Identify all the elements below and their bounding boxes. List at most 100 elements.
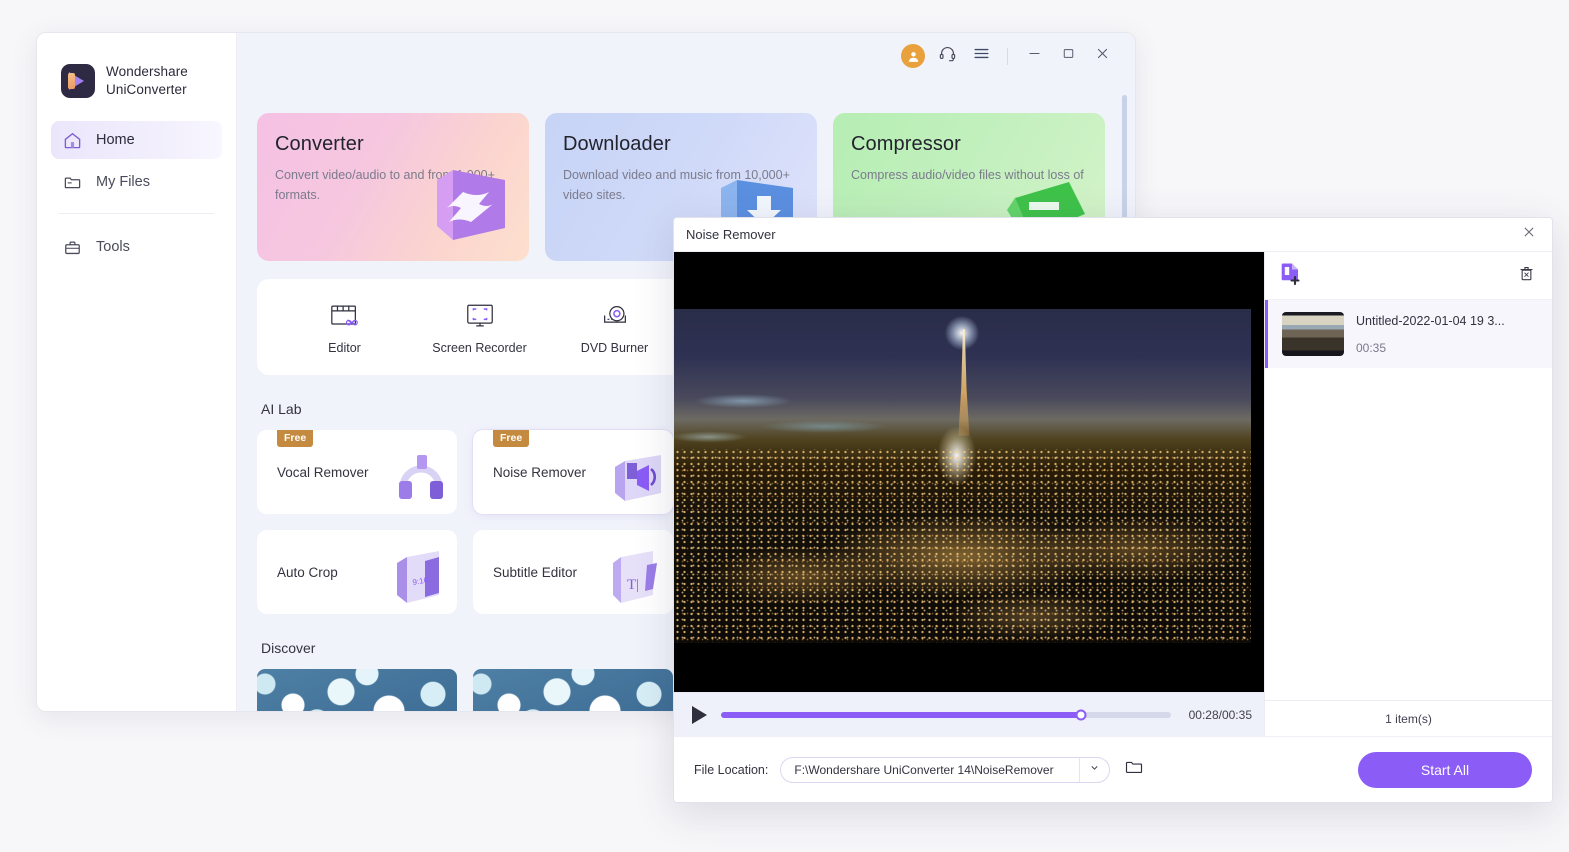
- dialog-title: Noise Remover: [686, 227, 776, 242]
- svg-text:T|: T|: [627, 577, 639, 593]
- noise-remover-dialog: Noise Remover 00:28/00:35 Untitled-2022-…: [673, 217, 1553, 803]
- titlebar-divider: [1007, 47, 1008, 65]
- ai-card-auto-crop-label: Auto Crop: [277, 564, 338, 580]
- file-location-value: F:\Wondershare UniConverter 14\NoiseRemo…: [794, 762, 1054, 777]
- playback-time: 00:28/00:35: [1188, 707, 1252, 722]
- file-list: Untitled-2022-01-04 19 3... 00:35: [1265, 300, 1552, 700]
- tool-editor[interactable]: Editor: [277, 299, 412, 355]
- hamburger-menu-icon: [972, 44, 991, 68]
- file-name: Untitled-2022-01-04 19 3...: [1356, 313, 1505, 328]
- folder-open-icon: [1124, 757, 1144, 782]
- discover-thumb-2[interactable]: [473, 669, 673, 711]
- tool-dvd-burner[interactable]: DVD Burner: [547, 299, 682, 355]
- tool-screen-recorder-label: Screen Recorder: [432, 341, 527, 355]
- app-logo-icon: [61, 64, 95, 99]
- sidebar-item-home[interactable]: Home: [51, 121, 222, 160]
- headset-icon: [938, 44, 957, 68]
- maximize-button[interactable]: [1051, 39, 1085, 73]
- feature-card-compressor-title: Compressor: [851, 133, 961, 155]
- dialog-header: Noise Remover: [674, 218, 1552, 252]
- file-pane-toolbar: [1265, 252, 1552, 300]
- tool-dvd-burner-label: DVD Burner: [580, 341, 649, 355]
- video-frame: [674, 309, 1251, 643]
- video-tower-glow: [945, 315, 980, 350]
- sidebar-divider: [59, 213, 214, 215]
- delete-all-button[interactable]: [1517, 264, 1536, 288]
- add-file-icon: [1279, 263, 1305, 290]
- chevron-down-icon: [1088, 761, 1101, 779]
- toolbox-icon: [63, 238, 82, 257]
- noise-art-icon: [607, 449, 669, 512]
- discover-thumb-1[interactable]: [257, 669, 457, 711]
- file-meta: Untitled-2022-01-04 19 3... 00:35: [1356, 314, 1505, 355]
- seek-handle[interactable]: [1075, 709, 1087, 720]
- ai-card-auto-crop[interactable]: Auto Crop 9:16: [257, 530, 457, 614]
- item-count-label: 1 item(s): [1265, 700, 1552, 736]
- list-item[interactable]: Untitled-2022-01-04 19 3... 00:35: [1265, 300, 1552, 368]
- home-icon: [63, 131, 82, 150]
- dvd-burner-icon: [547, 299, 682, 333]
- sidebar-item-tools-label: Tools: [96, 239, 130, 256]
- folder-icon: [63, 173, 82, 192]
- file-location-label: File Location:: [694, 762, 769, 777]
- crop-art-icon: 9:16: [391, 549, 453, 612]
- ai-card-vocal-remover-badge: Free: [277, 430, 314, 447]
- ai-card-noise-remover-badge: Free: [493, 430, 530, 447]
- menu-button[interactable]: [964, 39, 998, 73]
- sidebar-item-tools[interactable]: Tools: [51, 228, 222, 266]
- file-location-dropdown-button[interactable]: [1079, 757, 1109, 782]
- app-brand-text: Wondershare UniConverter: [106, 63, 188, 99]
- headphones-art-icon: [391, 449, 453, 512]
- sidebar-item-home-label: Home: [96, 132, 135, 149]
- brand-line-1: Wondershare: [106, 64, 188, 79]
- minimize-button[interactable]: [1017, 39, 1051, 73]
- close-icon: [1520, 223, 1538, 246]
- file-duration: 00:35: [1356, 340, 1387, 355]
- subtitle-art-icon: T|: [607, 549, 669, 612]
- ai-card-noise-remover-label: Noise Remover: [493, 464, 587, 480]
- player-pane: 00:28/00:35: [674, 252, 1264, 736]
- tool-screen-recorder[interactable]: Screen Recorder: [412, 299, 547, 355]
- video-preview[interactable]: [674, 252, 1264, 692]
- add-file-button[interactable]: [1279, 260, 1305, 291]
- window-titlebar: [896, 33, 1135, 79]
- screen-recorder-icon: [412, 299, 547, 333]
- player-controls: 00:28/00:35: [674, 692, 1264, 736]
- ai-card-noise-remover[interactable]: Free Noise Remover: [473, 430, 673, 514]
- brand-line-2: UniConverter: [106, 82, 187, 98]
- sidebar: Wondershare UniConverter Home My Files T…: [37, 33, 237, 711]
- user-avatar-icon: [901, 44, 925, 68]
- seek-progress: [721, 711, 1081, 718]
- editor-icon: [277, 299, 412, 333]
- dialog-close-button[interactable]: [1520, 223, 1538, 246]
- file-thumbnail: [1282, 312, 1344, 356]
- close-icon: [1093, 44, 1112, 68]
- dialog-footer: File Location: F:\Wondershare UniConvert…: [674, 736, 1552, 802]
- ai-card-vocal-remover[interactable]: Free Vocal Remover: [257, 430, 457, 514]
- app-brand: Wondershare UniConverter: [51, 33, 222, 121]
- ai-card-subtitle-editor[interactable]: Subtitle Editor T|: [473, 530, 673, 614]
- file-list-pane: Untitled-2022-01-04 19 3... 00:35 1 item…: [1264, 252, 1552, 736]
- converter-art-icon: [401, 154, 519, 255]
- browse-folder-button[interactable]: [1124, 757, 1144, 782]
- play-icon[interactable]: [692, 705, 707, 724]
- sidebar-item-my-files[interactable]: My Files: [51, 163, 222, 201]
- dialog-body: 00:28/00:35 Untitled-2022-01-04 19 3... …: [674, 252, 1552, 736]
- feature-card-downloader-title: Downloader: [563, 133, 671, 155]
- close-button[interactable]: [1085, 39, 1119, 73]
- start-all-button[interactable]: Start All: [1358, 751, 1532, 788]
- tool-editor-label: Editor: [328, 341, 361, 355]
- delete-icon: [1517, 266, 1536, 287]
- seek-slider[interactable]: [721, 709, 1171, 720]
- ai-card-subtitle-editor-label: Subtitle Editor: [493, 564, 578, 580]
- minimize-icon: [1026, 45, 1043, 67]
- feature-card-converter-title: Converter: [275, 133, 364, 155]
- file-location-field[interactable]: F:\Wondershare UniConverter 14\NoiseRemo…: [780, 756, 1111, 783]
- support-button[interactable]: [930, 39, 964, 73]
- video-city-lights: [674, 449, 1251, 643]
- user-avatar[interactable]: [896, 39, 930, 73]
- maximize-icon: [1060, 45, 1077, 67]
- sidebar-item-my-files-label: My Files: [96, 174, 150, 191]
- feature-card-converter[interactable]: Converter Convert video/audio to and fro…: [257, 113, 529, 261]
- screen: Wondershare UniConverter Home My Files T…: [0, 0, 1569, 852]
